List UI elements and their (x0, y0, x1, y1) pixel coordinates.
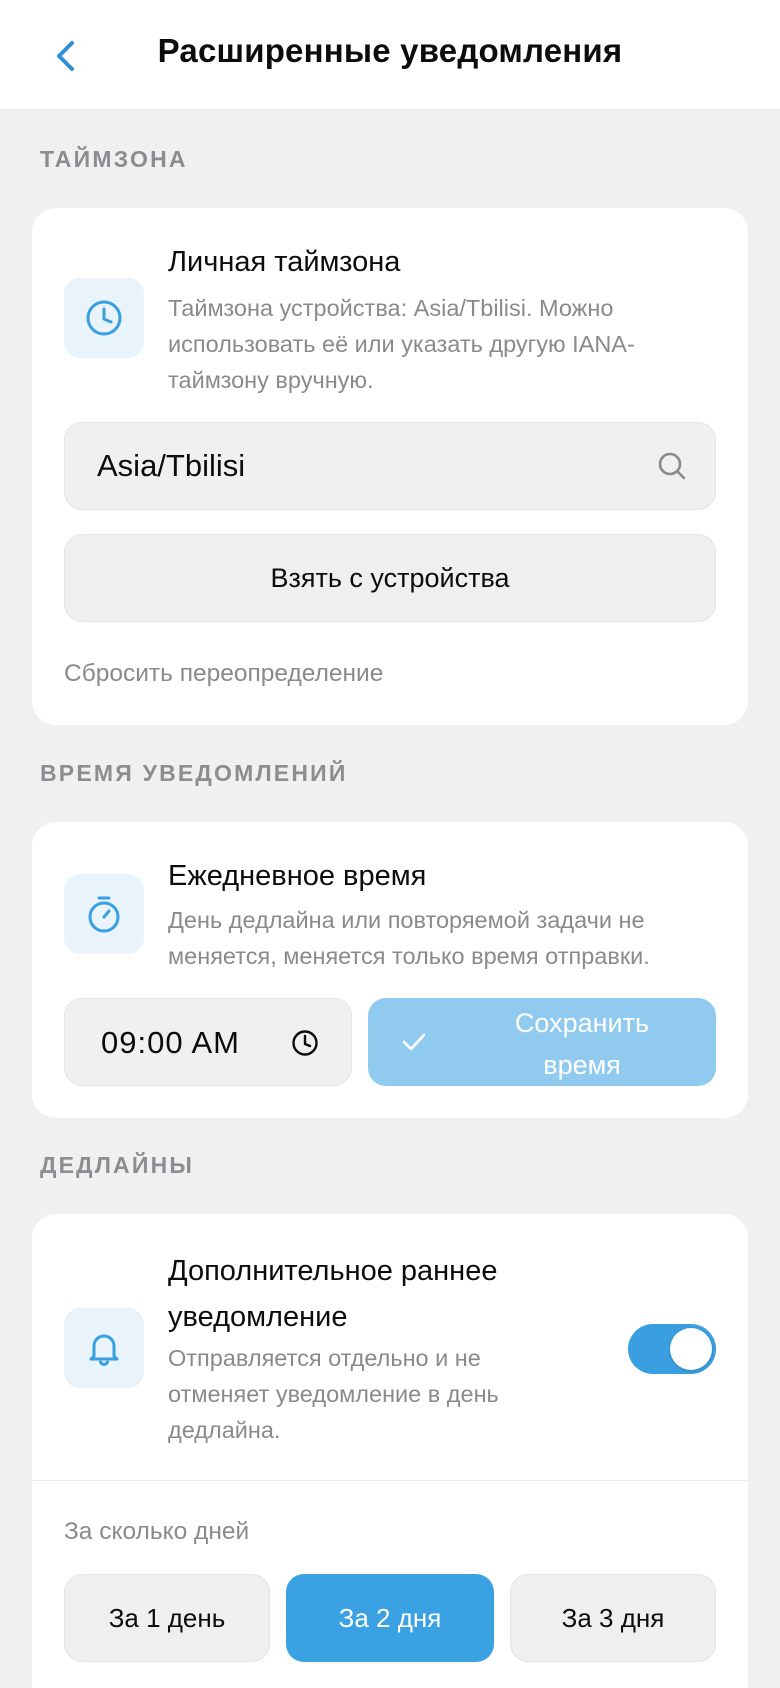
time-value: 09:00 AM (101, 1025, 240, 1060)
days-option-1[interactable]: За 1 день (64, 1574, 270, 1662)
time-picker[interactable]: 09:00 AM (64, 998, 352, 1086)
title-line: уведомление (168, 1301, 348, 1333)
section-label-timezone: ТАЙМЗОНА (40, 146, 188, 172)
search-icon[interactable] (657, 451, 687, 481)
timezone-card: Личная таймзона Таймзона устройства: Asi… (32, 208, 748, 725)
save-label-line: Сохранить (514, 1008, 650, 1038)
section-label-deadlines: ДЕДЛАЙНЫ (40, 1152, 195, 1178)
save-label-line: время (543, 1050, 621, 1080)
days-option-3[interactable]: За 3 дня (510, 1574, 716, 1662)
daily-time-title: Ежедневное время (168, 860, 427, 892)
bell-icon-tile (64, 1308, 144, 1388)
personal-timezone-description: Таймзона устройства: Asia/Tbilisi. Можно… (168, 290, 635, 398)
description-line: Таймзона устройства: Asia/Tbilisi. Можно (168, 295, 614, 321)
checkmark-icon (402, 1033, 426, 1051)
title-line: Дополнительное раннее (168, 1255, 498, 1287)
reset-override-link[interactable]: Сбросить переопределение (64, 660, 383, 688)
section-label-notification-time: ВРЕМЯ УВЕДОМЛЕНИЙ (40, 760, 348, 786)
bell-icon (89, 1334, 119, 1366)
description-line: дедлайна. (168, 1417, 281, 1443)
toggle-knob (670, 1328, 712, 1370)
notification-time-card: Ежедневное время День дедлайна или повто… (32, 822, 748, 1118)
save-time-button[interactable]: Сохранить время (368, 998, 716, 1086)
days-count-label: За сколько дней (64, 1518, 250, 1545)
take-from-device-button[interactable]: Взять с устройства (64, 534, 716, 622)
timezone-search-field (64, 422, 716, 510)
description-line: таймзону вручную. (168, 367, 374, 393)
personal-timezone-title: Личная таймзона (168, 246, 401, 278)
early-notification-description: Отправляется отдельно и не отменяет увед… (168, 1340, 499, 1448)
description-line: отменяет уведомление в день (168, 1381, 499, 1407)
days-option-2[interactable]: За 2 дня (286, 1574, 494, 1662)
description-line: Отправляется отдельно и не (168, 1345, 481, 1371)
clock-icon (292, 1030, 318, 1056)
stopwatch-icon (88, 896, 120, 933)
description-line: меняется, меняется только время отправки… (168, 943, 650, 969)
clock-icon (86, 300, 122, 336)
stopwatch-icon-tile (64, 874, 144, 954)
save-time-label: Сохранить время (478, 1002, 686, 1086)
page-title: Расширенные уведомления (157, 32, 623, 69)
timezone-input[interactable] (97, 423, 617, 509)
clock-icon-tile (64, 278, 144, 358)
description-line: День дедлайна или повторяемой задачи не (168, 907, 645, 933)
early-notification-title: Дополнительное раннее уведомление (168, 1248, 497, 1340)
app-header: Расширенные уведомления (0, 0, 780, 110)
daily-time-description: День дедлайна или повторяемой задачи не … (168, 902, 650, 974)
early-notification-toggle[interactable] (628, 1324, 716, 1374)
description-line: использовать её или указать другую IANA- (168, 331, 635, 357)
divider (32, 1480, 748, 1481)
